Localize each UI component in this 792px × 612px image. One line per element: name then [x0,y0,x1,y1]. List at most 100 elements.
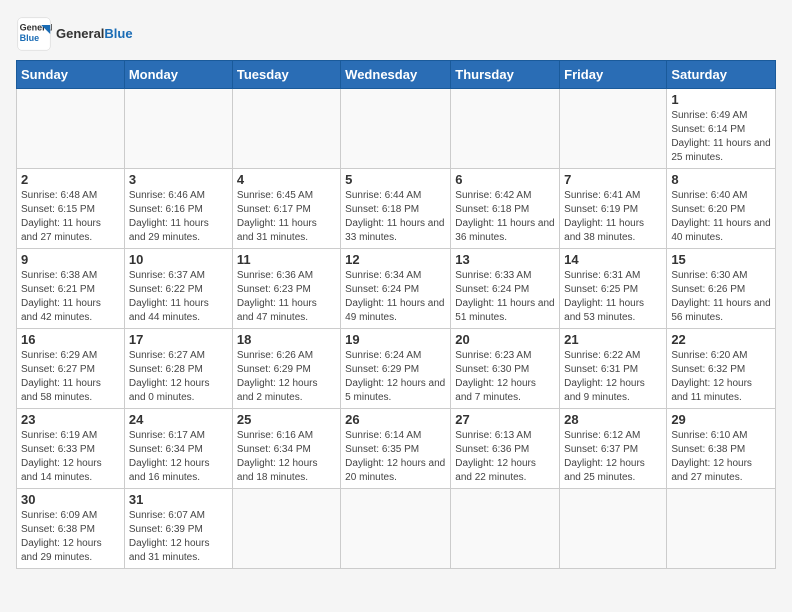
calendar-cell: 8 Sunrise: 6:40 AM Sunset: 6:20 PM Daylig… [667,169,776,249]
logo: General Blue GeneralBlue [16,16,133,52]
calendar-cell: 12 Sunrise: 6:34 AM Sunset: 6:24 PM Dayli… [341,249,451,329]
day-number: 6 [455,172,555,187]
day-number: 10 [129,252,228,267]
calendar-cell: 16Sunrise: 6:29 AM Sunset: 6:27 PM Dayli… [17,329,125,409]
calendar-cell [341,489,451,569]
calendar-cell [560,489,667,569]
day-number: 3 [129,172,228,187]
week-row-1: 1 Sunrise: 6:49 AM Sunset: 6:14 PM Daylig… [17,89,776,169]
calendar-cell [232,89,340,169]
calendar-cell: 4 Sunrise: 6:45 AM Sunset: 6:17 PM Daylig… [232,169,340,249]
week-row-2: 2 Sunrise: 6:48 AM Sunset: 6:15 PM Daylig… [17,169,776,249]
day-number: 8 [671,172,771,187]
calendar-cell: 6 Sunrise: 6:42 AM Sunset: 6:18 PM Daylig… [451,169,560,249]
calendar-cell [17,89,125,169]
day-number: 2 [21,172,120,187]
calendar-cell: 31 Sunrise: 6:07 AM Sunset: 6:39 PM Dayli… [124,489,232,569]
day-info: Sunrise: 6:19 AM Sunset: 6:33 PM Dayligh… [21,429,120,485]
day-number: 7 [564,172,662,187]
day-info: Sunrise: 6:26 AM Sunset: 6:29 PM Dayligh… [237,349,336,405]
calendar-header-row: SundayMondayTuesdayWednesdayThursdayFrid… [17,61,776,89]
header-tuesday: Tuesday [232,61,340,89]
day-number: 22 [671,332,771,347]
calendar-cell: 1 Sunrise: 6:49 AM Sunset: 6:14 PM Daylig… [667,89,776,169]
calendar-cell: 26 Sunrise: 6:14 AM Sunset: 6:35 PM Dayli… [341,409,451,489]
calendar-cell: 30Sunrise: 6:09 AM Sunset: 6:38 PM Dayli… [17,489,125,569]
day-number: 11 [237,252,336,267]
day-number: 1 [671,92,771,107]
day-info: Sunrise: 6:12 AM Sunset: 6:37 PM Dayligh… [564,429,662,485]
day-info: Sunrise: 6:45 AM Sunset: 6:17 PM Dayligh… [237,189,336,245]
day-number: 28 [564,412,662,427]
calendar-cell: 2 Sunrise: 6:48 AM Sunset: 6:15 PM Daylig… [17,169,125,249]
header-sunday: Sunday [17,61,125,89]
header-saturday: Saturday [667,61,776,89]
day-info: Sunrise: 6:07 AM Sunset: 6:39 PM Dayligh… [129,509,228,565]
day-info: Sunrise: 6:30 AM Sunset: 6:26 PM Dayligh… [671,269,771,325]
day-number: 18 [237,332,336,347]
logo-icon: General Blue [16,16,52,52]
day-number: 12 [345,252,446,267]
calendar-cell: 17 Sunrise: 6:27 AM Sunset: 6:28 PM Dayli… [124,329,232,409]
day-number: 9 [21,252,120,267]
day-info: Sunrise: 6:13 AM Sunset: 6:36 PM Dayligh… [455,429,555,485]
day-info: Sunrise: 6:34 AM Sunset: 6:24 PM Dayligh… [345,269,446,325]
day-number: 5 [345,172,446,187]
calendar-cell: 9 Sunrise: 6:38 AM Sunset: 6:21 PM Daylig… [17,249,125,329]
day-number: 4 [237,172,336,187]
day-info: Sunrise: 6:48 AM Sunset: 6:15 PM Dayligh… [21,189,120,245]
calendar-cell: 23Sunrise: 6:19 AM Sunset: 6:33 PM Dayli… [17,409,125,489]
calendar-cell: 3 Sunrise: 6:46 AM Sunset: 6:16 PM Daylig… [124,169,232,249]
calendar-cell [451,489,560,569]
calendar-cell: 21 Sunrise: 6:22 AM Sunset: 6:31 PM Dayli… [560,329,667,409]
calendar-cell: 28 Sunrise: 6:12 AM Sunset: 6:37 PM Dayli… [560,409,667,489]
day-number: 31 [129,492,228,507]
day-info: Sunrise: 6:44 AM Sunset: 6:18 PM Dayligh… [345,189,446,245]
calendar-cell: 13Sunrise: 6:33 AM Sunset: 6:24 PM Dayli… [451,249,560,329]
header-monday: Monday [124,61,232,89]
calendar-cell: 29Sunrise: 6:10 AM Sunset: 6:38 PM Dayli… [667,409,776,489]
header-friday: Friday [560,61,667,89]
logo-text: GeneralBlue [56,26,133,42]
day-info: Sunrise: 6:31 AM Sunset: 6:25 PM Dayligh… [564,269,662,325]
calendar-cell: 14 Sunrise: 6:31 AM Sunset: 6:25 PM Dayli… [560,249,667,329]
day-info: Sunrise: 6:36 AM Sunset: 6:23 PM Dayligh… [237,269,336,325]
day-number: 17 [129,332,228,347]
day-info: Sunrise: 6:22 AM Sunset: 6:31 PM Dayligh… [564,349,662,405]
day-info: Sunrise: 6:49 AM Sunset: 6:14 PM Dayligh… [671,109,771,165]
day-info: Sunrise: 6:27 AM Sunset: 6:28 PM Dayligh… [129,349,228,405]
day-info: Sunrise: 6:42 AM Sunset: 6:18 PM Dayligh… [455,189,555,245]
day-info: Sunrise: 6:38 AM Sunset: 6:21 PM Dayligh… [21,269,120,325]
day-info: Sunrise: 6:23 AM Sunset: 6:30 PM Dayligh… [455,349,555,405]
day-number: 30 [21,492,120,507]
header: General Blue GeneralBlue [16,16,776,52]
svg-text:Blue: Blue [20,33,40,43]
day-info: Sunrise: 6:14 AM Sunset: 6:35 PM Dayligh… [345,429,446,485]
day-number: 21 [564,332,662,347]
day-number: 20 [455,332,555,347]
day-info: Sunrise: 6:46 AM Sunset: 6:16 PM Dayligh… [129,189,228,245]
calendar-cell [667,489,776,569]
calendar-cell: 24 Sunrise: 6:17 AM Sunset: 6:34 PM Dayli… [124,409,232,489]
day-info: Sunrise: 6:40 AM Sunset: 6:20 PM Dayligh… [671,189,771,245]
day-number: 16 [21,332,120,347]
calendar-cell [451,89,560,169]
calendar-cell: 22 Sunrise: 6:20 AM Sunset: 6:32 PM Dayli… [667,329,776,409]
day-info: Sunrise: 6:20 AM Sunset: 6:32 PM Dayligh… [671,349,771,405]
calendar-cell: 11 Sunrise: 6:36 AM Sunset: 6:23 PM Dayli… [232,249,340,329]
day-info: Sunrise: 6:17 AM Sunset: 6:34 PM Dayligh… [129,429,228,485]
day-number: 14 [564,252,662,267]
calendar-cell: 27Sunrise: 6:13 AM Sunset: 6:36 PM Dayli… [451,409,560,489]
calendar-cell [124,89,232,169]
day-number: 26 [345,412,446,427]
header-wednesday: Wednesday [341,61,451,89]
day-number: 24 [129,412,228,427]
week-row-3: 9 Sunrise: 6:38 AM Sunset: 6:21 PM Daylig… [17,249,776,329]
calendar: SundayMondayTuesdayWednesdayThursdayFrid… [16,60,776,569]
calendar-cell: 25Sunrise: 6:16 AM Sunset: 6:34 PM Dayli… [232,409,340,489]
week-row-6: 30Sunrise: 6:09 AM Sunset: 6:38 PM Dayli… [17,489,776,569]
day-number: 15 [671,252,771,267]
day-info: Sunrise: 6:37 AM Sunset: 6:22 PM Dayligh… [129,269,228,325]
calendar-cell: 19Sunrise: 6:24 AM Sunset: 6:29 PM Dayli… [341,329,451,409]
day-number: 13 [455,252,555,267]
